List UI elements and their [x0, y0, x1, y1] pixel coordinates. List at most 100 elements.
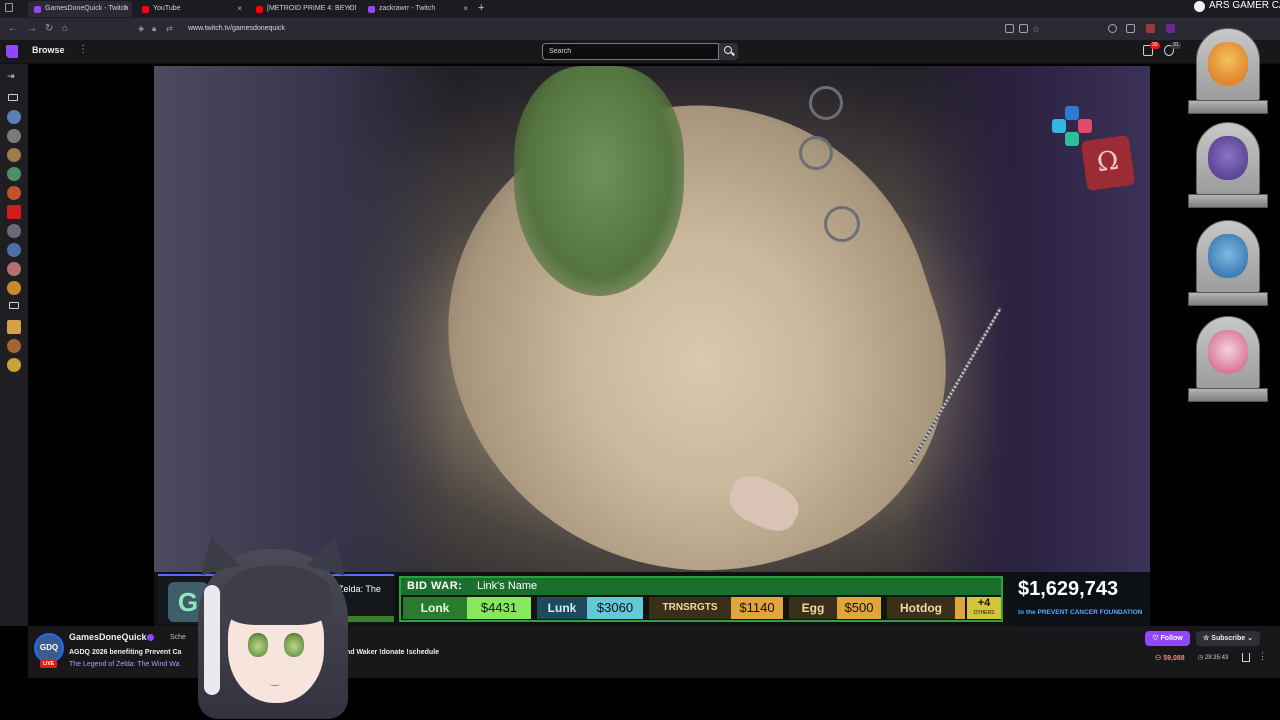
game-category-link[interactable]: The Legend of Zelda: The Wind Wa: [69, 661, 180, 668]
bid-others-box: +4 OTHERS: [967, 597, 1001, 619]
bid-war-panel: BID WAR: Link's Name Lonk $4431 Lunk $30…: [399, 576, 1003, 622]
sidebar-channel-avatar[interactable]: [7, 129, 21, 143]
more-menu-icon[interactable]: ⋮: [78, 44, 88, 55]
bookmark-star-icon[interactable]: ☆: [1032, 22, 1040, 36]
permissions-icon[interactable]: ⇄: [166, 22, 173, 36]
reload-button[interactable]: ↻: [45, 22, 53, 36]
search-input[interactable]: Search: [542, 43, 719, 60]
more-options-icon[interactable]: ⋮: [1258, 651, 1267, 662]
twitch-favicon-icon: [34, 6, 41, 13]
followed-channels-sidebar: ⇥: [0, 64, 28, 626]
vtuber-eye: [248, 633, 268, 657]
tab-label: [METROID PRIME 4: BEYOND]: [267, 5, 356, 12]
schedule-tab[interactable]: Sche: [170, 634, 186, 641]
uptime-value: 28:35:43: [1204, 655, 1229, 661]
forward-button[interactable]: →: [27, 22, 37, 36]
extension-icon[interactable]: [1146, 24, 1155, 33]
video-player[interactable]: Ω: [154, 66, 1150, 572]
bid-others-count: +4: [977, 597, 991, 609]
sidebar-channel-avatar[interactable]: [7, 243, 21, 257]
bid-option-name: Lunk: [537, 597, 587, 619]
sidebar-channel-avatar[interactable]: [7, 320, 21, 334]
notifications-icon[interactable]: 30: [1143, 42, 1160, 56]
browser-tab-gamesdonequick[interactable]: GamesDoneQuick - Twitch ×: [28, 1, 132, 17]
stream-uptime: ◷ 28:35:43: [1198, 654, 1228, 661]
extension-icon[interactable]: [1126, 24, 1135, 33]
sidebar-channel-avatar[interactable]: [7, 186, 21, 200]
sidebar-channel-avatar[interactable]: [7, 205, 21, 219]
stream-title: AGDQ 2026 benefiting Prevent Ca: [69, 649, 182, 656]
donation-total: $1,629,743: [1018, 578, 1119, 600]
close-tab-icon[interactable]: ×: [237, 1, 242, 17]
browser-nav-bar: ← → ↻ ⌂ ◈ 🔒︎ ⇄ www.twitch.tv/gamesdonequ…: [0, 18, 1280, 40]
sidebar-channel-avatar[interactable]: [7, 262, 21, 276]
bid-option-name: Hotdog: [887, 597, 955, 619]
lock-icon[interactable]: 🔒︎: [152, 22, 156, 36]
sidebar-channel-avatar[interactable]: [7, 358, 21, 372]
sidebar-channel-avatar[interactable]: [7, 339, 21, 353]
bid-war-label: BID WAR:: [407, 580, 463, 592]
subscribe-button[interactable]: ☆ Subscribe ⌄: [1196, 631, 1260, 646]
browser-tab-youtube[interactable]: YouTube ×: [136, 1, 246, 17]
browser-tab-zackrawrr[interactable]: zackrawrr - Twitch ×: [362, 1, 472, 17]
bid-option-name: Egg: [789, 597, 837, 619]
jacket-ring: [809, 86, 843, 120]
bid-option-amount: $1140: [731, 597, 783, 619]
follow-label: Follow: [1160, 635, 1183, 642]
browse-link[interactable]: Browse: [32, 45, 65, 55]
share-icon[interactable]: [1242, 653, 1250, 662]
search-button[interactable]: [719, 43, 738, 60]
jacket-ring: [799, 136, 833, 170]
browser-tab-bar: GamesDoneQuick - Twitch × YouTube × [MET…: [0, 0, 1280, 18]
viewer-count: ⚇ 59,088: [1155, 654, 1185, 662]
close-tab-icon[interactable]: ×: [123, 1, 128, 17]
sidebar-channel-avatar[interactable]: [7, 224, 21, 238]
twitch-logo-icon[interactable]: [6, 45, 18, 58]
channel-avatar[interactable]: GDQ: [34, 633, 64, 663]
whispers-icon[interactable]: 31: [1164, 42, 1181, 56]
url-bar[interactable]: www.twitch.tv/gamesdonequick: [188, 23, 285, 35]
gamer-cam-text: ARS GAMER CAM: [1209, 0, 1280, 11]
tab-label: zackrawrr - Twitch: [379, 5, 436, 12]
youtube-favicon-icon: [256, 6, 263, 13]
home-button[interactable]: ⌂: [62, 22, 68, 36]
twitch-favicon-icon: [368, 6, 375, 13]
new-tab-button[interactable]: +: [478, 1, 484, 15]
verified-icon: [147, 634, 154, 641]
channel-name[interactable]: GamesDoneQuick: [69, 632, 147, 642]
collapse-sidebar-icon[interactable]: ⇥: [7, 71, 15, 82]
screenshot-icon[interactable]: [1019, 24, 1028, 33]
tab-list-icon[interactable]: [5, 3, 13, 12]
extension-icon[interactable]: [1166, 24, 1175, 33]
marshtomp-icon: [1208, 234, 1248, 278]
reader-view-icon[interactable]: [1005, 24, 1014, 33]
sidebar-channel-avatar[interactable]: [7, 110, 21, 124]
back-button[interactable]: ←: [8, 22, 18, 36]
omega-badge-icon: Ω: [1080, 134, 1136, 192]
account-icon[interactable]: [1108, 24, 1117, 33]
jacket-ring: [824, 206, 860, 242]
browser-tab-metroid[interactable]: [METROID PRIME 4: BEYOND] ×: [250, 1, 356, 17]
close-tab-icon[interactable]: ×: [347, 1, 352, 17]
sidebar-channel-avatar[interactable]: [7, 281, 21, 295]
recommended-channels-icon: [9, 302, 19, 309]
bid-option-amount: [955, 597, 965, 619]
donation-total-panel: $1,629,743 to the PREVENT CANCER FOUNDAT…: [1012, 572, 1150, 626]
sidebar-channel-avatar[interactable]: [7, 167, 21, 181]
sidebar-channel-avatar[interactable]: [7, 148, 21, 162]
tab-label: YouTube: [153, 5, 181, 12]
close-tab-icon[interactable]: ×: [463, 1, 468, 17]
bid-option-name: Lonk: [403, 597, 467, 619]
gravestone-marshtomp: [1188, 220, 1268, 308]
charity-name: to the PREVENT CANCER FOUNDATION: [1018, 609, 1143, 616]
vtuber-eye: [284, 633, 304, 657]
mr-mime-icon: [1208, 330, 1248, 374]
chevron-down-icon: ⌄: [1245, 635, 1253, 642]
followed-channels-icon: [8, 94, 18, 101]
charmeleon-icon: [1208, 42, 1248, 86]
follow-button[interactable]: ♡ Follow: [1145, 631, 1190, 646]
tab-label: GamesDoneQuick - Twitch: [45, 5, 129, 12]
bid-option-amount: $500: [837, 597, 881, 619]
tracking-shield-icon[interactable]: ◈: [138, 22, 144, 36]
gravestone-gengar: [1188, 122, 1268, 210]
